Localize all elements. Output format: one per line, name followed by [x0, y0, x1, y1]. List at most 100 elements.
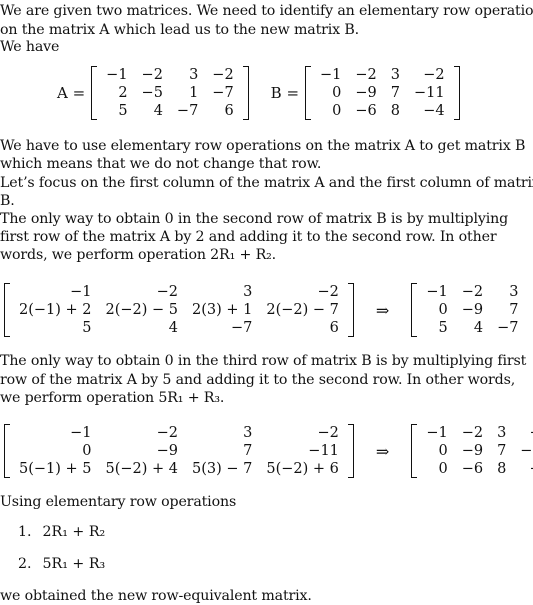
operation-list-item: 2. 5R₁ + R₃	[18, 555, 105, 573]
intro-line-2: on the matrix A which lead us to the new…	[0, 22, 360, 38]
matrix-entry: −7	[176, 103, 199, 119]
step2-line-3: we perform operation 5R₁ + R₃.	[0, 390, 225, 406]
matrix-entry: 7	[497, 443, 507, 459]
matrix-entry: −1	[426, 284, 448, 300]
matrix-entry: 2(−1) + 2	[19, 302, 92, 318]
matrix-entry: 8	[497, 461, 507, 477]
matrix-entry: −7	[212, 85, 234, 101]
matrix-row: 0 −9 7 −11	[419, 442, 533, 460]
matrix-entry: −11	[414, 85, 445, 101]
matrix-entry: 4	[473, 320, 484, 336]
operation-list-item: 1. 2R₁ + R₂	[18, 523, 105, 541]
step2-line-1: The only way to obtain 0 in the third ro…	[0, 353, 527, 369]
matrix-entry: −6	[355, 103, 377, 119]
matrix-entry: 0	[438, 302, 448, 318]
matrix-entry: 2	[118, 85, 128, 101]
explain-line-3: Let’s focus on the first column of the m…	[0, 175, 533, 191]
matrix-b: −1 −2 3 −2 0 −9 7 −11 0 −6 8 −4	[305, 66, 460, 120]
matrix-entry: 0	[438, 461, 448, 477]
matrix-entry: −7	[231, 320, 253, 336]
matrix-row: −1 −2 3 −2	[419, 283, 533, 301]
intro-line-1: We are given two matrices. We need to id…	[0, 3, 533, 19]
matrix-entry: −9	[461, 443, 484, 459]
given-matrices: A = −1 −2 3 −2 2 −5 1 −7 5 4 −7 6 B = −1 −2 3 −2 0 −9 7 −1…	[57, 66, 460, 120]
implies-arrow: ⇒	[375, 441, 390, 461]
matrix-entry: 7	[390, 85, 401, 101]
matrix-entry: −1	[70, 425, 92, 441]
matrix-entry: 4	[168, 320, 179, 336]
matrix-row: −1 −2 3 −2	[99, 66, 241, 84]
matrix-entry: −1	[106, 67, 128, 83]
matrix-entry: −2	[317, 425, 339, 441]
conclusion: we obtained the new row-equivalent matri…	[0, 588, 312, 604]
intro-line-3: We have	[0, 39, 60, 55]
list-number: 2.	[18, 556, 32, 572]
matrix-row: 0 −6 8 −4	[313, 102, 452, 120]
matrix-entry: −2	[423, 67, 445, 83]
matrix-entry: 2(−2) − 7	[266, 302, 339, 318]
matrix-entry: 1	[189, 85, 199, 101]
matrix-entry: 5(−2) + 4	[105, 461, 179, 477]
matrix-entry: 5	[118, 103, 128, 119]
matrix-row: 2(−1) + 2 2(−2) − 5 2(3) + 1 2(−2) − 7	[12, 301, 346, 319]
step1-result-matrix: −1 −2 3 −2 0 −9 7 −11 5 4 −7 6	[411, 283, 533, 337]
matrix-entry: −4	[423, 103, 445, 119]
matrix-entry: −9	[156, 443, 179, 459]
step1-equation: −1 −2 3 −2 2(−1) + 2 2(−2) − 5 2(3) + 1 2(−2) −…	[4, 283, 533, 337]
matrix-entry: −1	[70, 284, 92, 300]
matrix-row: −1 −2 3 −2	[313, 66, 452, 84]
matrix-entry: 7	[243, 443, 253, 459]
matrix-entry: −1	[320, 67, 342, 83]
matrix-entry: −2	[141, 67, 163, 83]
matrix-entry: −9	[461, 302, 484, 318]
matrix-row: −1 −2 3 −2	[12, 424, 346, 442]
step1-work-matrix: −1 −2 3 −2 2(−1) + 2 2(−2) − 5 2(3) + 1 2(−2) −…	[4, 283, 354, 337]
matrix-entry: 0	[332, 103, 342, 119]
matrix-entry: 5(3) − 7	[192, 461, 253, 477]
matrix-entry: −2	[355, 67, 377, 83]
matrix-b-label: B =	[270, 84, 300, 102]
matrix-entry: 3	[509, 284, 519, 300]
matrix-entry: −9	[355, 85, 377, 101]
matrix-entry: −11	[520, 443, 533, 459]
matrix-entry: 0	[438, 443, 448, 459]
matrix-entry: −5	[141, 85, 163, 101]
matrix-entry: −4	[513, 460, 533, 478]
matrix-entry: 6	[224, 103, 234, 119]
explain-line-2: which means that we do not change that r…	[0, 156, 322, 172]
step2-line-2: row of the matrix A by 5 and adding it t…	[0, 372, 516, 388]
matrix-entry: −2	[461, 425, 484, 441]
matrix-row: 5(−1) + 5 5(−2) + 4 5(3) − 7 5(−2) + 6	[12, 460, 346, 478]
matrix-entry: −7	[497, 320, 519, 336]
matrix-row: 2 −5 1 −7	[99, 84, 241, 102]
matrix-row: 5 4 −7 6	[99, 102, 241, 120]
matrix-entry: −6	[461, 461, 484, 477]
matrix-entry: −2	[317, 284, 339, 300]
step2-work-matrix: −1 −2 3 −2 0 −9 7 −11 5(−1) + 5 5(−2) + 4 5(3) − 7…	[4, 424, 354, 478]
matrix-entry: 3	[243, 425, 253, 441]
matrix-entry: 0	[82, 443, 92, 459]
matrix-entry: 4	[153, 103, 163, 119]
matrix-entry: 5	[438, 320, 448, 336]
matrix-entry: 3	[390, 67, 401, 83]
matrix-entry: 5(−2) + 6	[266, 461, 339, 477]
explain-line-6: first row of the matrix A by 2 and addin…	[0, 229, 497, 245]
matrix-entry: −2	[156, 284, 179, 300]
matrix-entry: −1	[426, 425, 448, 441]
explain-line-5: The only way to obtain 0 in the second r…	[0, 211, 509, 227]
implies-arrow: ⇒	[375, 300, 390, 320]
summary-intro: Using elementary row operations	[0, 494, 237, 510]
matrix-row: 0 −9 7 −11	[419, 301, 533, 319]
step2-result-matrix: −1 −2 3 −2 0 −9 7 −11 0 −6 8 −4	[411, 424, 533, 478]
matrix-entry: 7	[509, 302, 519, 318]
matrix-entry: 6	[525, 319, 533, 337]
operation-expression: 2R₁ + R₂	[42, 524, 106, 540]
matrix-entry: 0	[332, 85, 342, 101]
step2-equation: −1 −2 3 −2 0 −9 7 −11 5(−1) + 5 5(−2) + 4 5(3) − 7…	[4, 424, 533, 478]
operation-expression: 5R₁ + R₃	[42, 556, 106, 572]
matrix-row: −1 −2 3 −2	[12, 283, 346, 301]
matrix-entry: −2	[212, 67, 234, 83]
matrix-entry: 2(−2) − 5	[105, 302, 179, 318]
matrix-row: 5 4 −7 6	[419, 319, 533, 337]
matrix-row: 5 4 −7 6	[12, 319, 346, 337]
